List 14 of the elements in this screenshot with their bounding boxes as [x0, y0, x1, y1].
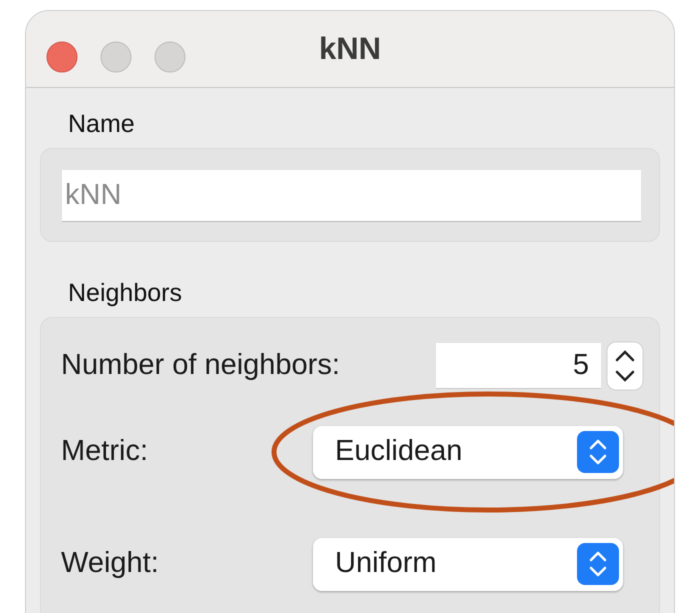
name-field[interactable]: kNN: [62, 170, 641, 222]
field-label: Weight:: [61, 546, 160, 582]
field-label: Metric:: [61, 434, 149, 470]
window-title: kNN: [318, 30, 381, 68]
popup-button[interactable]: Euclidean: [313, 426, 623, 478]
stepper-icon[interactable]: [606, 341, 644, 391]
field-label: Number of neighbors:: [61, 348, 341, 384]
section-label: Name: [67, 109, 136, 140]
section-label: Neighbors: [67, 278, 183, 309]
chevron-updown-icon: [577, 543, 619, 585]
popup-button[interactable]: Uniform: [313, 538, 623, 590]
number-field[interactable]: 5: [436, 343, 601, 389]
close-button[interactable]: [46, 41, 78, 73]
chevron-updown-icon: [577, 431, 619, 473]
